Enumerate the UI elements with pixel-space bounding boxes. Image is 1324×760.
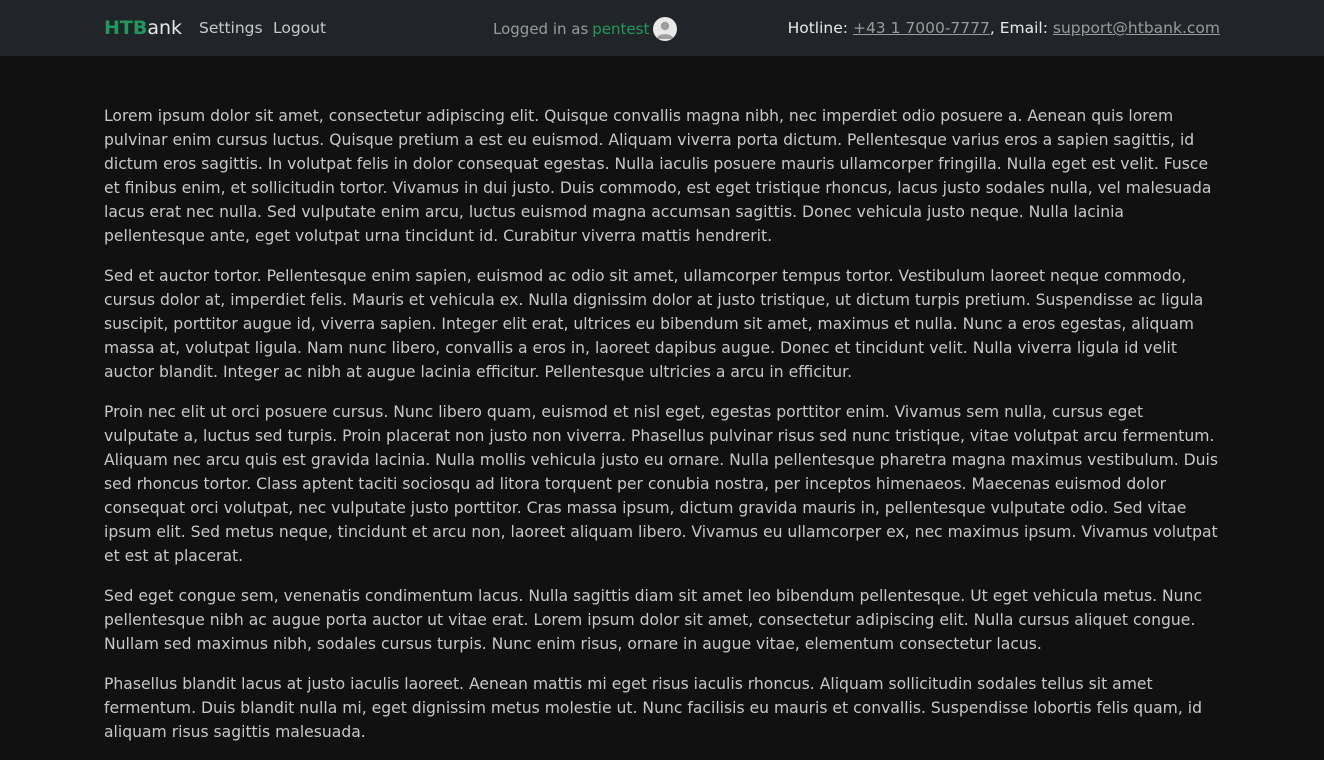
logout-link[interactable]: Logout [273, 18, 326, 38]
logged-in-prefix: Logged in as [493, 20, 589, 38]
paragraph: Lorem ipsum dolor sit amet, consectetur … [104, 107, 1212, 245]
paragraph: Phasellus blandit lacus at justo iaculis… [104, 675, 1202, 741]
username: pentest [592, 20, 650, 38]
hotline-phone-link[interactable]: +43 1 7000-7777 [853, 19, 990, 37]
brand-accent: HTB [104, 17, 148, 39]
paragraph: Sed et auctor tortor. Pellentesque enim … [104, 267, 1204, 381]
brand-logo-link[interactable]: HTBank [104, 16, 182, 40]
contact-info: Hotline: +43 1 7000-7777, Email: support… [788, 18, 1220, 38]
email-label: , Email: [989, 19, 1048, 37]
paragraph: Sed eget congue sem, venenatis condiment… [104, 587, 1203, 653]
support-email-link[interactable]: support@htbank.com [1053, 19, 1220, 37]
navbar: HTBank Settings Logout Logged in as pent… [0, 0, 1324, 56]
logged-in-status: Logged in as pentest [493, 16, 678, 42]
hotline-label: Hotline: [787, 19, 849, 37]
brand-rest: ank [147, 17, 183, 39]
paragraph: Proin nec elit ut orci posuere cursus. N… [104, 403, 1219, 565]
user-avatar-icon [653, 17, 678, 41]
settings-link[interactable]: Settings [199, 18, 263, 38]
